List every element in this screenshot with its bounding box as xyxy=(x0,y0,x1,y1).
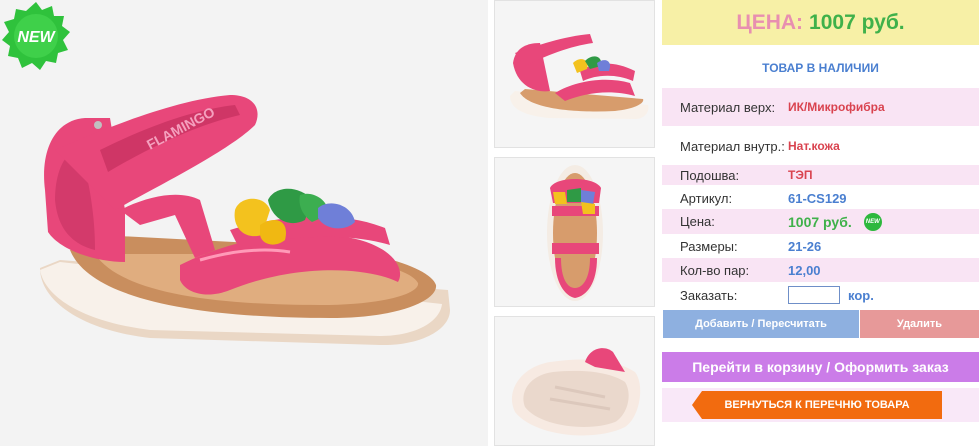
new-badge-label: NEW xyxy=(17,29,56,46)
spec-value: Нат.кожа xyxy=(788,139,840,153)
price-banner: ЦЕНА: 1007 руб. xyxy=(662,0,979,45)
sandal-illustration: FLAMINGO xyxy=(40,95,450,346)
spec-row-sole: Подошва: ТЭП xyxy=(662,165,979,185)
new-icon: NEW xyxy=(863,212,882,231)
spec-value: 21-26 xyxy=(788,238,822,254)
spec-row-material-inner: Материал внутр.: Нат.кожа xyxy=(662,127,979,165)
sandal-side-thumb xyxy=(510,34,649,119)
spec-value: 12,00 xyxy=(788,262,821,278)
order-label: Заказать: xyxy=(680,287,738,303)
spec-value: 1007 руб. xyxy=(788,213,852,230)
spec-label: Материал внутр.: xyxy=(680,138,785,154)
thumbnail-top-view[interactable] xyxy=(494,157,655,307)
delete-button[interactable]: Удалить xyxy=(860,310,979,338)
back-to-list-button[interactable]: ВЕРНУТЬСЯ К ПЕРЕЧНЮ ТОВАРА xyxy=(692,391,942,419)
spec-row-pairs: Кол-во пар: 12,00 xyxy=(662,258,979,282)
spec-row-sizes: Размеры: 21-26 xyxy=(662,234,979,258)
spec-row-article: Артикул: 61-CS129 xyxy=(662,187,979,209)
add-recalculate-button[interactable]: Добавить / Пересчитать xyxy=(663,310,859,338)
sandal-top-thumb xyxy=(547,165,603,301)
order-quantity-input[interactable] xyxy=(788,286,840,304)
spec-row-material-top: Материал верх: ИК/Микрофибра xyxy=(662,88,979,126)
spec-label: Подошва: xyxy=(680,167,740,183)
spec-label: Кол-во пар: xyxy=(680,262,750,278)
back-area: ВЕРНУТЬСЯ К ПЕРЕЧНЮ ТОВАРА xyxy=(662,388,979,422)
spec-value: ИК/Микрофибра xyxy=(788,100,885,114)
sandal-sole-thumb xyxy=(511,348,641,436)
main-product-image[interactable]: FLAMINGO NEW xyxy=(0,0,488,446)
spec-value: 61-CS129 xyxy=(788,190,847,206)
price-banner-label: ЦЕНА: xyxy=(736,10,804,34)
thumbnail-sole-view[interactable] xyxy=(494,316,655,446)
spec-label: Артикул: xyxy=(680,190,733,206)
spec-row-price: Цена: 1007 руб. NEW xyxy=(662,209,979,234)
price-banner-value: 1007 руб. xyxy=(809,10,905,34)
order-row: Заказать: кор. xyxy=(662,282,979,308)
spec-value: ТЭП xyxy=(788,168,813,182)
order-unit: кор. xyxy=(848,287,874,303)
spec-label: Материал верх: xyxy=(680,99,776,115)
stock-status: ТОВАР В НАЛИЧИИ xyxy=(762,61,879,75)
thumbnail-side-view[interactable] xyxy=(494,0,655,148)
spec-label: Цена: xyxy=(680,214,715,229)
spec-label: Размеры: xyxy=(680,238,738,254)
new-badge: NEW xyxy=(2,2,70,70)
go-to-cart-button[interactable]: Перейти в корзину / Оформить заказ xyxy=(662,352,979,382)
